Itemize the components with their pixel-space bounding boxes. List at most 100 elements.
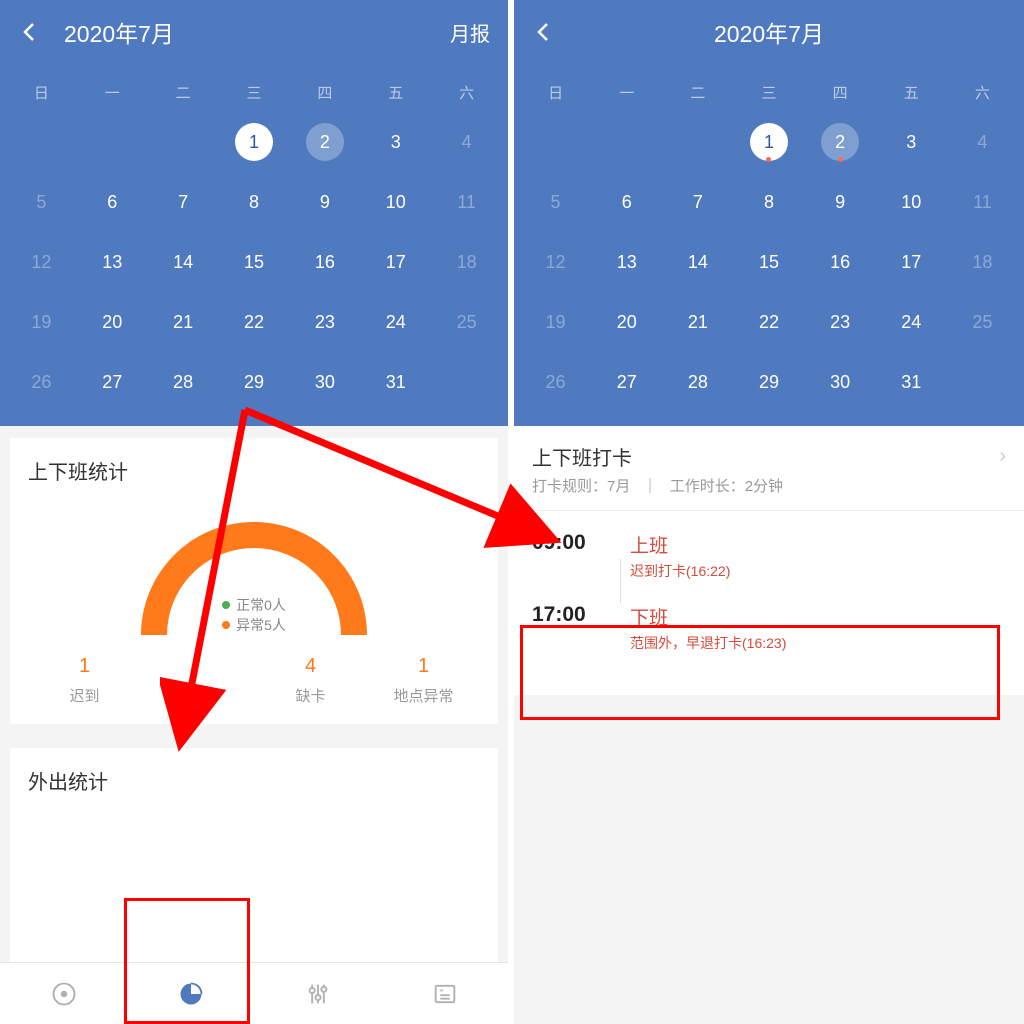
day-cell[interactable]: 11 (947, 172, 1018, 232)
day-cell[interactable]: 25 (431, 292, 502, 352)
day-cell[interactable]: 30 (805, 352, 876, 412)
day-cell[interactable]: 17 (876, 232, 947, 292)
day-cell[interactable]: 1 (733, 112, 804, 172)
stat-item[interactable]: 4缺卡 (254, 655, 367, 706)
day-cell[interactable]: 22 (219, 292, 290, 352)
left-panel: 2020年7月 月报 日一二三四五六 123456789101112131415… (0, 0, 510, 1024)
day-cell[interactable]: 31 (360, 352, 431, 412)
day-cell[interactable]: 22 (733, 292, 804, 352)
outside-title: 外出统计 (28, 766, 480, 795)
day-cell[interactable]: 4 (431, 112, 502, 172)
stat-item[interactable]: 1地点异常 (367, 655, 480, 706)
day-cell (520, 112, 591, 172)
day-cell[interactable]: 28 (148, 352, 219, 412)
dow-cell: 六 (947, 72, 1018, 112)
detail-subtitle: 打卡规则：7月 ｜ 工作时长：2分钟 (514, 475, 1024, 511)
dow-cell: 三 (219, 72, 290, 112)
day-cell[interactable]: 16 (805, 232, 876, 292)
day-cell[interactable]: 10 (360, 172, 431, 232)
day-cell[interactable]: 19 (520, 292, 591, 352)
day-cell[interactable]: 2 (805, 112, 876, 172)
day-cell[interactable]: 23 (289, 292, 360, 352)
day-cell[interactable]: 13 (591, 232, 662, 292)
day-cell[interactable]: 30 (289, 352, 360, 412)
day-cell[interactable]: 13 (77, 232, 148, 292)
dow-cell: 二 (148, 72, 219, 112)
day-cell[interactable]: 12 (6, 232, 77, 292)
stat-item[interactable]: 早退 (141, 655, 254, 706)
day-cell[interactable]: 11 (431, 172, 502, 232)
day-cell[interactable]: 26 (520, 352, 591, 412)
day-cell (662, 112, 733, 172)
day-cell[interactable]: 15 (219, 232, 290, 292)
day-cell[interactable]: 9 (289, 172, 360, 232)
day-cell[interactable]: 16 (289, 232, 360, 292)
day-cell[interactable]: 8 (733, 172, 804, 232)
stats-title: 上下班统计 (28, 456, 480, 485)
day-cell[interactable]: 6 (591, 172, 662, 232)
timeline-row: 09:00上班迟到打卡(16:22) (532, 531, 1006, 581)
day-cell[interactable]: 7 (662, 172, 733, 232)
day-cell[interactable]: 27 (591, 352, 662, 412)
day-cell[interactable]: 31 (876, 352, 947, 412)
day-cell[interactable]: 5 (6, 172, 77, 232)
tab-clock-icon[interactable] (0, 963, 127, 1024)
day-cell[interactable]: 4 (947, 112, 1018, 172)
day-cell[interactable]: 26 (6, 352, 77, 412)
day-cell[interactable]: 29 (733, 352, 804, 412)
day-cell[interactable]: 20 (77, 292, 148, 352)
dow-cell: 五 (876, 72, 947, 112)
page-title: 2020年7月 (64, 15, 174, 49)
detail-title: 上下班打卡 (532, 442, 632, 471)
day-cell[interactable]: 15 (733, 232, 804, 292)
tabbar (0, 962, 508, 1024)
day-cell[interactable]: 29 (219, 352, 290, 412)
monthly-report-link[interactable]: 月报 (450, 18, 490, 47)
day-cell[interactable]: 23 (805, 292, 876, 352)
day-cell[interactable]: 1 (219, 112, 290, 172)
dow-cell: 五 (360, 72, 431, 112)
day-cell[interactable]: 21 (148, 292, 219, 352)
day-cell[interactable]: 9 (805, 172, 876, 232)
day-cell[interactable]: 28 (662, 352, 733, 412)
tab-pie-icon[interactable] (127, 963, 254, 1024)
day-cell[interactable]: 3 (360, 112, 431, 172)
day-cell[interactable]: 5 (520, 172, 591, 232)
stat-item[interactable]: 1迟到 (28, 655, 141, 706)
calendar-left: 日一二三四五六 12345678910111213141516171819202… (0, 64, 508, 426)
day-cell[interactable]: 17 (360, 232, 431, 292)
day-cell[interactable]: 14 (148, 232, 219, 292)
day-cell (431, 352, 502, 412)
day-cell[interactable]: 25 (947, 292, 1018, 352)
day-cell[interactable]: 19 (6, 292, 77, 352)
header-right: 2020年7月 (514, 0, 1024, 64)
gauge: 正常0人 异常5人 (28, 505, 480, 635)
day-cell[interactable]: 18 (431, 232, 502, 292)
day-cell[interactable]: 3 (876, 112, 947, 172)
chevron-right-icon[interactable]: › (999, 445, 1006, 468)
day-cell[interactable]: 24 (876, 292, 947, 352)
day-cell[interactable]: 18 (947, 232, 1018, 292)
dow-cell: 四 (805, 72, 876, 112)
day-cell[interactable]: 10 (876, 172, 947, 232)
day-cell[interactable]: 12 (520, 232, 591, 292)
day-cell[interactable]: 2 (289, 112, 360, 172)
day-cell (591, 112, 662, 172)
tab-list-icon[interactable] (381, 963, 508, 1024)
punch-detail-card[interactable]: 上下班打卡 › 打卡规则：7月 ｜ 工作时长：2分钟 09:00上班迟到打卡(1… (514, 426, 1024, 695)
dow-cell: 三 (733, 72, 804, 112)
back-icon[interactable] (10, 12, 50, 52)
page-title: 2020年7月 (714, 15, 824, 49)
day-cell[interactable]: 27 (77, 352, 148, 412)
day-cell[interactable]: 14 (662, 232, 733, 292)
tab-settings-icon[interactable] (254, 963, 381, 1024)
day-cell[interactable]: 20 (591, 292, 662, 352)
day-cell[interactable]: 8 (219, 172, 290, 232)
day-cell[interactable]: 24 (360, 292, 431, 352)
dow-cell: 六 (431, 72, 502, 112)
day-cell[interactable]: 21 (662, 292, 733, 352)
day-cell[interactable]: 7 (148, 172, 219, 232)
header: 2020年7月 月报 (0, 0, 508, 64)
day-cell[interactable]: 6 (77, 172, 148, 232)
back-icon[interactable] (524, 12, 564, 52)
